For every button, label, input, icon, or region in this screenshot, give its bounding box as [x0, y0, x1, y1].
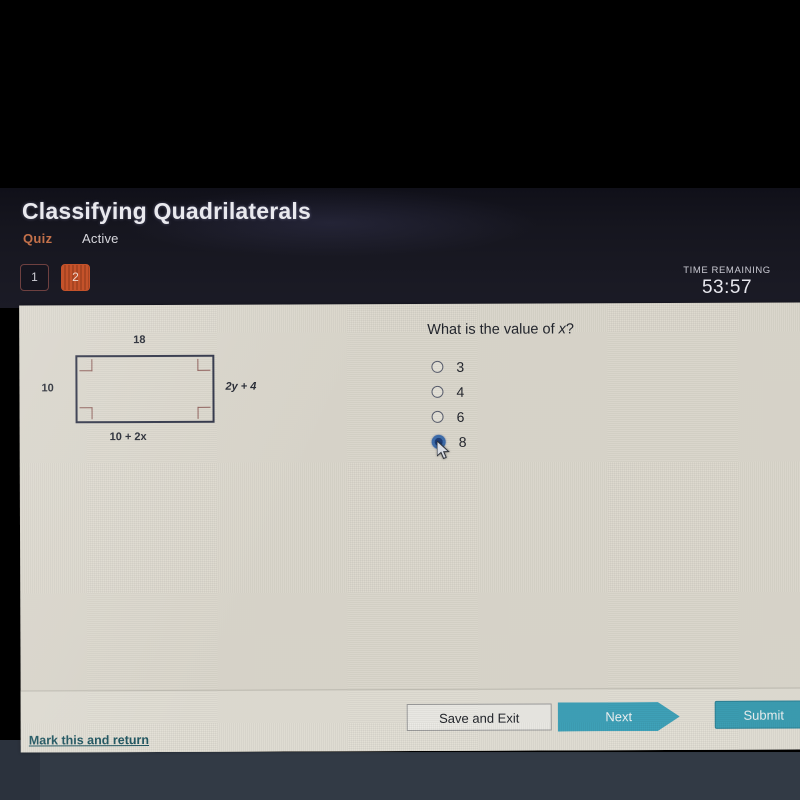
- page-title: Classifying Quadrilaterals: [22, 198, 311, 224]
- figure-label-top: 18: [133, 334, 146, 347]
- time-remaining: TIME REMAINING 53:57: [662, 265, 792, 299]
- answer-option-2[interactable]: 4: [431, 379, 466, 404]
- desk-surface: [0, 752, 800, 800]
- question-tab-list: 12: [20, 264, 90, 291]
- next-button[interactable]: Next: [558, 702, 680, 731]
- geometry-figure: 18 10 2y + 4 10 + 2x: [37, 316, 337, 447]
- figure-label-bottom: 10 + 2x: [109, 431, 147, 444]
- right-angle-mark-icon: [79, 359, 93, 372]
- submit-button[interactable]: Submit: [714, 700, 800, 729]
- mark-this-and-return-link[interactable]: Mark this and return: [29, 733, 149, 747]
- figure-label-right: 2y + 4: [225, 380, 257, 393]
- right-angle-mark-icon: [197, 406, 211, 419]
- answer-option-label: 6: [456, 408, 465, 425]
- question-variable: x: [558, 321, 566, 338]
- answer-option-label: 8: [458, 433, 467, 450]
- answer-option-3[interactable]: 6: [431, 404, 467, 429]
- question-tab-1[interactable]: 1: [20, 264, 49, 291]
- answer-option-1[interactable]: 3: [431, 354, 466, 379]
- question-text-after: ?: [565, 321, 574, 338]
- answer-option-label: 4: [456, 383, 465, 400]
- question-card: 18 10 2y + 4 10 + 2x What is the value o…: [19, 302, 800, 753]
- right-angle-mark-icon: [197, 358, 211, 371]
- photo-of-screen: Classifying Quadrilaterals Quiz Active 1…: [0, 0, 800, 800]
- figure-label-left: 10: [41, 382, 54, 395]
- radio-button-icon[interactable]: [431, 385, 444, 398]
- question-prompt: What is the value of x?: [427, 321, 574, 338]
- radio-button-icon[interactable]: [431, 410, 444, 423]
- assignment-type-label: Quiz: [23, 231, 53, 246]
- assignment-status-label: Active: [82, 231, 119, 246]
- question-text-before: What is the value of: [427, 321, 559, 338]
- question-tab-2[interactable]: 2: [61, 264, 90, 291]
- mouse-cursor-icon: [437, 441, 450, 460]
- time-remaining-value: 53:57: [701, 277, 753, 298]
- time-remaining-label: TIME REMAINING: [683, 265, 771, 276]
- answer-option-list: 3 4 6 8: [431, 354, 466, 454]
- subheader: Quiz Active: [23, 231, 119, 246]
- radio-button-icon[interactable]: [431, 360, 444, 373]
- save-and-exit-button[interactable]: Save and Exit: [406, 703, 552, 732]
- answer-option-label: 3: [456, 358, 465, 375]
- rectangle-shape: [75, 354, 215, 424]
- right-angle-mark-icon: [79, 407, 93, 420]
